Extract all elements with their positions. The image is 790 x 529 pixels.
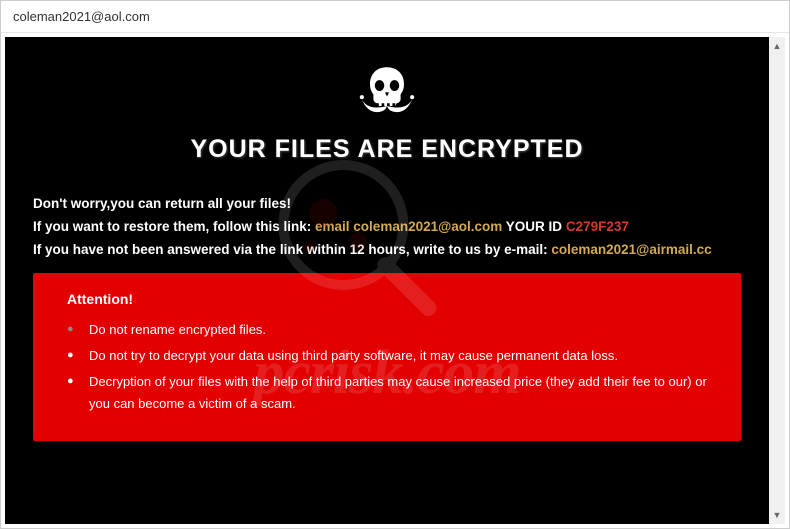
intro-line-3: If you have not been answered via the li… bbox=[33, 242, 741, 257]
id-label: YOUR ID bbox=[502, 219, 566, 234]
attention-title: Attention! bbox=[67, 291, 707, 307]
line2-pre: If you want to restore them, follow this… bbox=[33, 219, 315, 234]
app-window: coleman2021@aol.com pcrisk.com bbox=[0, 0, 790, 529]
vertical-scrollbar[interactable]: ▲ ▼ bbox=[769, 37, 785, 524]
window-title: coleman2021@aol.com bbox=[13, 9, 150, 24]
intro-line-1: Don't worry,you can return all your file… bbox=[33, 196, 741, 211]
victim-id: C279F237 bbox=[566, 219, 629, 234]
contact-email-2: coleman2021@airmail.cc bbox=[551, 242, 711, 257]
scroll-up-arrow-icon[interactable]: ▲ bbox=[770, 39, 784, 53]
attention-item: Do not rename encrypted files. bbox=[67, 319, 707, 341]
attention-item: Decryption of your files with the help o… bbox=[67, 371, 707, 415]
attention-list: Do not rename encrypted files. Do not tr… bbox=[67, 319, 707, 415]
scroll-down-arrow-icon[interactable]: ▼ bbox=[770, 508, 784, 522]
ransom-note-body: pcrisk.com YOUR FILES ARE ENCRYPTED Don'… bbox=[5, 37, 769, 524]
main-heading: YOUR FILES ARE ENCRYPTED bbox=[33, 135, 741, 164]
contact-email-1: email coleman2021@aol.com bbox=[315, 219, 502, 234]
attention-item: Do not try to decrypt your data using th… bbox=[67, 345, 707, 367]
line3-pre: If you have not been answered via the li… bbox=[33, 242, 551, 257]
skull-icon bbox=[33, 62, 741, 125]
window-titlebar[interactable]: coleman2021@aol.com bbox=[1, 1, 789, 33]
attention-box: Attention! Do not rename encrypted files… bbox=[33, 273, 741, 441]
content-wrapper: pcrisk.com YOUR FILES ARE ENCRYPTED Don'… bbox=[1, 33, 789, 528]
intro-line-2: If you want to restore them, follow this… bbox=[33, 219, 741, 234]
